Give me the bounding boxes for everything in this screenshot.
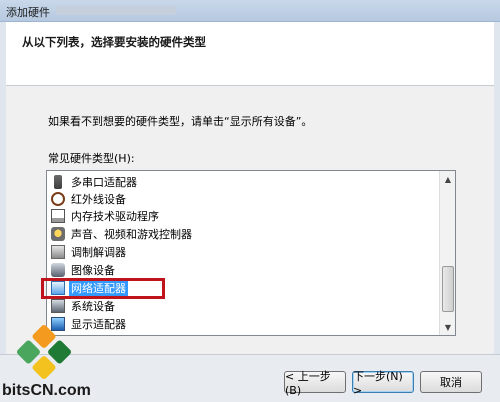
modem-icon: [51, 244, 65, 259]
list-item-imaging[interactable]: 图像设备: [51, 261, 117, 278]
hint-text: 如果看不到想要的硬件类型，请单击“显示所有设备”。: [48, 115, 313, 128]
system-icon: [51, 298, 65, 313]
cancel-button[interactable]: 取消: [420, 371, 482, 393]
imaging-icon: [51, 262, 65, 277]
back-button[interactable]: < 上一步(B): [284, 370, 346, 397]
list-item-label: 系统设备: [71, 299, 115, 313]
wizard-header: 从以下列表，选择要安装的硬件类型: [6, 22, 494, 86]
infrared-icon: [51, 191, 65, 206]
hardware-type-list[interactable]: 多串口适配器 红外线设备 内存技术驱动程序 声音、视频和游戏控制器 调制解调器 …: [46, 170, 456, 336]
site-brand-text: bitsCN.com: [2, 382, 91, 399]
wizard-content: 如果看不到想要的硬件类型，请单击“显示所有设备”。 常见硬件类型(H): 多串口…: [6, 86, 494, 354]
list-item-label: 声音、视频和游戏控制器: [71, 227, 192, 241]
sound-icon: [51, 226, 65, 241]
scroll-thumb[interactable]: [442, 266, 454, 312]
next-button[interactable]: 下一步(N) >: [352, 370, 414, 397]
logo-mark-icon: [15, 323, 73, 381]
list-item-label: 调制解调器: [71, 245, 126, 259]
site-logo: bitsCN.com: [0, 323, 150, 402]
window-title: 添加硬件: [6, 6, 50, 19]
list-item-memory[interactable]: 内存技术驱动程序: [51, 207, 161, 224]
list-scrollbar[interactable]: ▲ ▼: [439, 171, 455, 335]
list-item-label: 图像设备: [71, 263, 115, 277]
list-item-ports[interactable]: 多串口适配器: [51, 173, 139, 190]
ports-icon: [54, 174, 62, 189]
list-item-label: 红外线设备: [71, 192, 126, 206]
title-bar: 添加硬件: [0, 0, 500, 22]
scroll-down-button[interactable]: ▼: [440, 319, 455, 335]
list-item-label: 多串口适配器: [71, 175, 137, 189]
list-label: 常见硬件类型(H):: [48, 152, 135, 165]
list-item-system[interactable]: 系统设备: [51, 297, 117, 314]
page-title: 从以下列表，选择要安装的硬件类型: [22, 35, 206, 49]
list-item-label: 内存技术驱动程序: [71, 209, 159, 223]
selection-highlight-annotation: [41, 278, 165, 299]
list-item-sound[interactable]: 声音、视频和游戏控制器: [51, 225, 194, 242]
list-item-modem[interactable]: 调制解调器: [51, 243, 128, 260]
memory-icon: [51, 208, 65, 223]
list-item-infrared[interactable]: 红外线设备: [51, 190, 128, 207]
scroll-up-button[interactable]: ▲: [440, 171, 455, 187]
blurred-title-text: [56, 6, 176, 15]
